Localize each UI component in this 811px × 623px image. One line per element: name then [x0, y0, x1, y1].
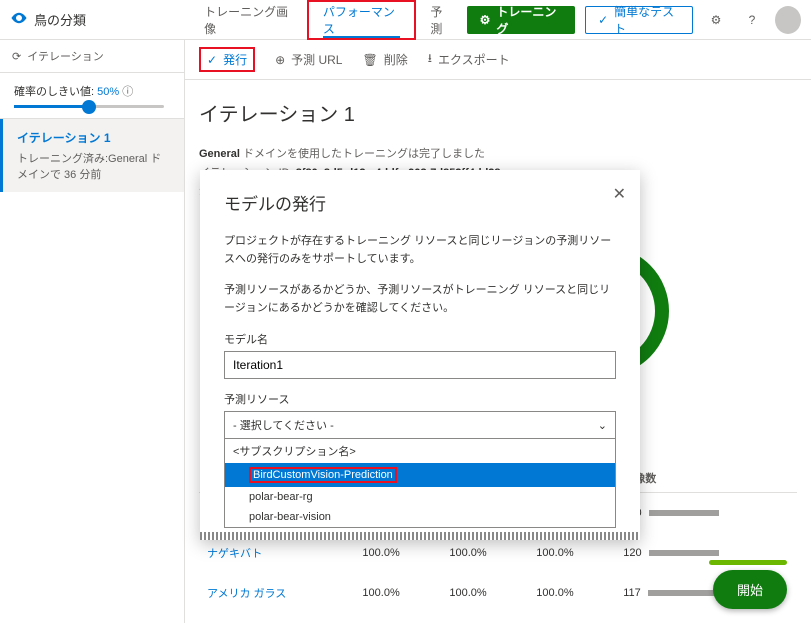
tab-predictions[interactable]: 予測	[416, 0, 466, 40]
trash-icon: 🗑	[362, 53, 377, 67]
check-icon: ✓	[598, 13, 608, 27]
sidebar-heading-text: イテレーション	[27, 48, 104, 64]
prediction-url-button[interactable]: ⊕ 予測 URL	[275, 51, 342, 68]
delete-button[interactable]: 🗑 削除	[362, 51, 407, 68]
model-name-label: モデル名	[224, 331, 616, 347]
chevron-down-icon: ⌄	[598, 419, 607, 432]
table-row: アメリカ ガラス100.0%100.0%100.0%117	[199, 573, 797, 613]
th-images[interactable]: 画像数	[615, 464, 797, 493]
resource-label: 予測リソース	[224, 391, 616, 407]
help-icon[interactable]: ?	[739, 6, 765, 34]
info-icon[interactable]: ⓘ	[122, 86, 133, 98]
trained-domain: General ドメインを使用したトレーニングは完了しました	[199, 145, 797, 164]
train-label: トレーニング	[496, 3, 562, 37]
gear-icon: ⚙	[480, 13, 491, 27]
close-icon[interactable]: ✕	[613, 184, 626, 204]
subscription-group-label: <サブスクリプション名>	[225, 439, 615, 463]
resource-dropdown: <サブスクリプション名> BirdCustomVision-Prediction…	[224, 439, 616, 528]
iteration-item[interactable]: イテレーション 1 トレーニング済み:General ドメインで 36 分前	[0, 119, 184, 192]
globe-icon: ⊕	[275, 53, 285, 67]
eye-icon	[10, 9, 28, 30]
tab-training-images[interactable]: トレーニング画像	[190, 0, 307, 40]
threshold-label: 確率のしきい値: 50% ⓘ	[14, 83, 170, 99]
export-button[interactable]: ⭳ エクスポート	[428, 49, 510, 70]
resource-option[interactable]: polar-bear-rg	[225, 487, 615, 507]
iteration-meta: トレーニング済み:General ドメインで 36 分前	[17, 150, 170, 182]
resize-handle[interactable]	[200, 532, 640, 540]
download-icon: ⭳	[428, 49, 432, 70]
quick-test-button[interactable]: ✓ 簡単なテスト	[585, 6, 693, 34]
check-icon: ✓	[207, 53, 217, 67]
ap-cell: 100.0%	[528, 573, 615, 613]
threshold-slider[interactable]	[14, 105, 164, 108]
start-fab[interactable]: 開始	[713, 570, 787, 609]
refresh-icon: ⟳	[12, 50, 21, 63]
modal-text-1: プロジェクトが存在するトレーニング リソースと同じリージョンの予測リソースへの発…	[224, 233, 616, 268]
publish-model-dialog: ✕ モデルの発行 プロジェクトが存在するトレーニング リソースと同じリージョンの…	[200, 170, 640, 540]
tag-cell[interactable]: アメリカ ガラス	[199, 573, 354, 613]
precision-cell: 100.0%	[354, 573, 441, 613]
avatar[interactable]	[775, 6, 801, 34]
modal-title: モデルの発行	[224, 190, 616, 215]
images-cell: 120	[615, 533, 797, 573]
project-title: 鳥の分類	[34, 10, 86, 29]
page-title: イテレーション 1	[199, 98, 797, 127]
publish-button[interactable]: ✓ 発行	[199, 47, 255, 72]
modal-text-2: 予測リソースがあるかどうか、予測リソースがトレーニング リソースと同じリージョン…	[224, 282, 616, 317]
sidebar-heading: ⟳ イテレーション	[0, 40, 184, 73]
iteration-name: イテレーション 1	[17, 129, 170, 146]
model-name-input[interactable]	[224, 351, 616, 379]
resource-option[interactable]: BirdCustomVision-Prediction	[225, 463, 615, 487]
train-button[interactable]: ⚙ トレーニング	[467, 6, 576, 34]
progress-track	[709, 560, 787, 565]
settings-icon[interactable]: ⚙	[703, 6, 729, 34]
resource-option[interactable]: polar-bear-vision	[225, 507, 615, 527]
tab-performance[interactable]: パフォーマンス	[307, 0, 416, 40]
images-cell: 120	[615, 493, 797, 534]
resource-select[interactable]: - 選択してください - ⌄	[224, 411, 616, 439]
recall-cell: 100.0%	[441, 573, 528, 613]
quick-test-label: 簡単なテスト	[614, 3, 680, 37]
